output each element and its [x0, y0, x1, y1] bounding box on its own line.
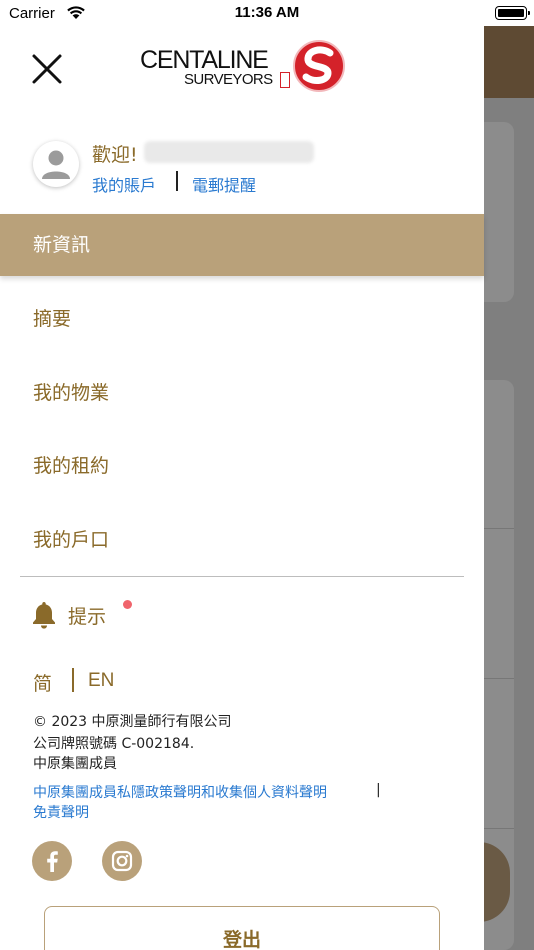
- language-simplified-chinese[interactable]: 简: [33, 669, 52, 696]
- logout-button[interactable]: 登出: [44, 906, 440, 950]
- facebook-button[interactable]: [32, 841, 72, 881]
- notifications-label[interactable]: 提示: [68, 602, 106, 629]
- facebook-icon: [47, 851, 58, 872]
- logo-s-mark-icon: [293, 40, 345, 92]
- disclaimer-link[interactable]: 免責聲明: [33, 802, 89, 822]
- menu-divider: [20, 576, 464, 577]
- battery-icon: [495, 6, 530, 20]
- background-divider: [484, 678, 514, 679]
- group-member-text: 中原集團成員: [33, 756, 117, 772]
- instagram-icon: [111, 850, 133, 872]
- link-divider: [176, 171, 178, 191]
- menu-item-summary[interactable]: 摘要: [0, 288, 484, 350]
- privacy-policy-link[interactable]: 中原集團成員私隱政策聲明和收集個人資料聲明: [33, 782, 327, 802]
- menu-item-my-properties[interactable]: 我的物業: [0, 362, 484, 424]
- user-name-redacted: [144, 141, 314, 163]
- logo-text-centaline: CENTALINE: [140, 46, 269, 74]
- menu-item-news[interactable]: 新資訊: [0, 214, 484, 276]
- language-divider: [72, 668, 74, 692]
- language-english[interactable]: EN: [88, 670, 114, 692]
- background-divider: [484, 528, 514, 529]
- instagram-button[interactable]: [102, 841, 142, 881]
- welcome-text: 歡迎!: [92, 144, 138, 166]
- background-header: [484, 26, 534, 98]
- logo-text-surveyors: SURVEYORS: [184, 71, 273, 88]
- my-account-link[interactable]: 我的賬戶: [92, 172, 156, 196]
- menu-item-my-leases[interactable]: 我的租約: [0, 435, 484, 497]
- footer-separator: |: [376, 782, 381, 798]
- bell-icon[interactable]: [31, 600, 57, 630]
- menu-item-my-account[interactable]: 我的戶口: [0, 509, 484, 571]
- notification-badge: [123, 600, 132, 609]
- navigation-drawer: CENTALINE SURVEYORS 歡迎! 我的賬戶 電郵提醒 新資訊 摘要…: [0, 0, 484, 950]
- logo-stamp: [280, 72, 290, 88]
- status-bar: Carrier 11:36 AM: [0, 0, 534, 26]
- status-time: 11:36 AM: [234, 4, 300, 21]
- close-icon[interactable]: [30, 52, 64, 86]
- license-text: 公司牌照號碼 C-002184.: [33, 736, 195, 752]
- avatar[interactable]: [33, 141, 79, 187]
- background-divider: [484, 828, 514, 829]
- centaline-logo: CENTALINE SURVEYORS: [140, 38, 346, 94]
- copyright-text: © 2023 中原測量師行有限公司: [33, 714, 232, 730]
- user-icon: [42, 150, 70, 179]
- email-alert-link[interactable]: 電郵提醒: [192, 172, 256, 196]
